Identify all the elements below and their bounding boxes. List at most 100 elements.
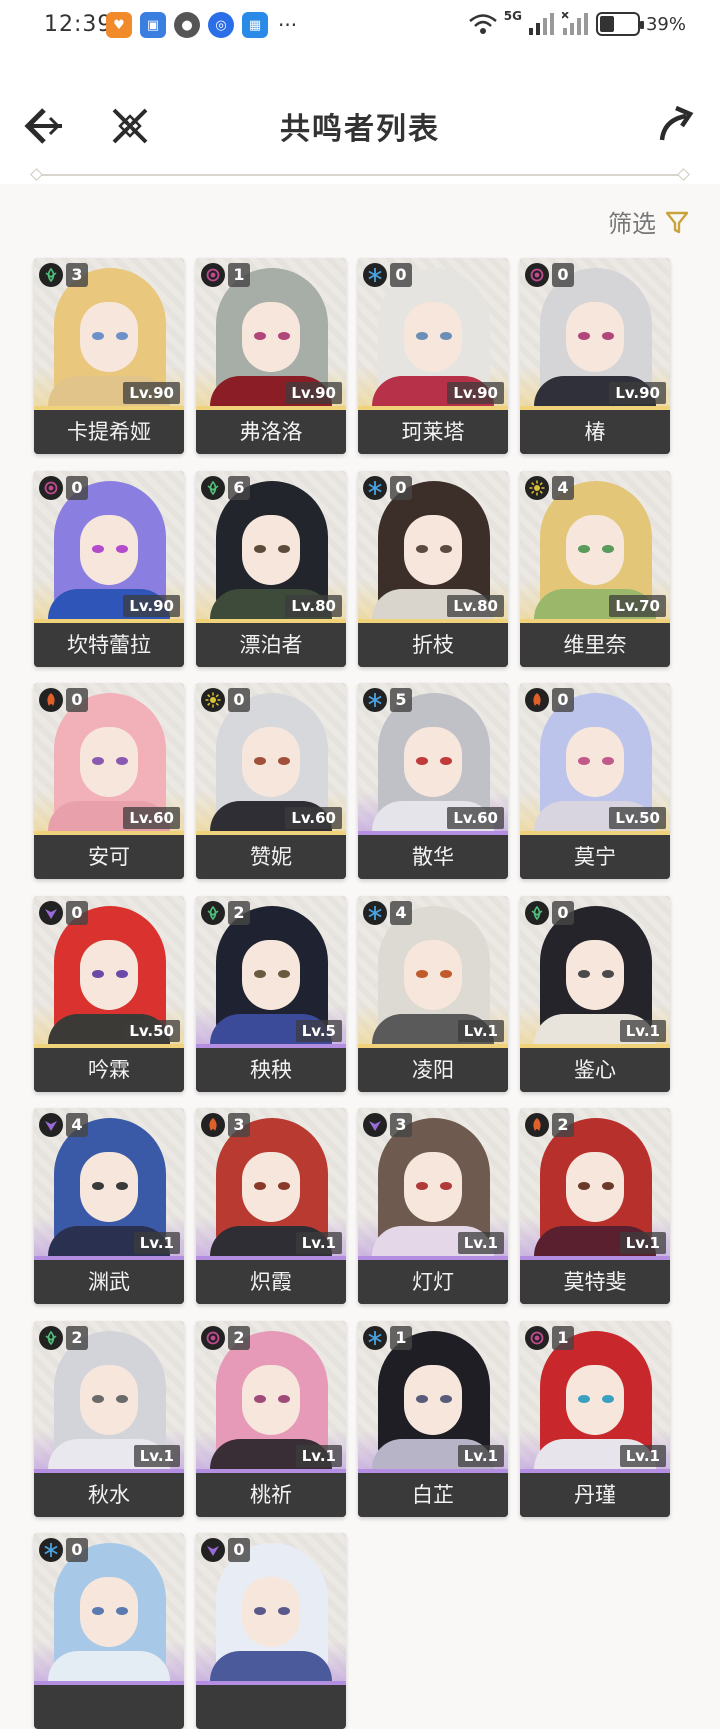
resonator-name: 珂莱塔 <box>358 410 508 454</box>
glacio-element-icon <box>39 1538 63 1562</box>
glacio-element-icon <box>363 900 387 925</box>
app-notification-icon: ▦ <box>242 12 268 38</box>
resonator-name: 莫宁 <box>520 835 670 879</box>
sequence-count: 1 <box>228 263 250 287</box>
resonator-name: 卡提希娅 <box>34 410 184 454</box>
sequence-count: 0 <box>66 475 88 500</box>
fusion-element-icon <box>201 1113 225 1137</box>
more-notifications-icon: ··· <box>278 13 298 37</box>
sequence-count: 0 <box>66 900 88 925</box>
spectro-element-icon <box>201 688 225 712</box>
resonator-card[interactable]: 4 Lv.1 渊武 <box>34 1108 184 1304</box>
sequence-count: 2 <box>66 1325 88 1350</box>
sequence-count: 3 <box>228 1113 250 1137</box>
level-badge: Lv.5 <box>295 1019 342 1042</box>
resonator-card[interactable]: 0 Lv.50 吟霖 <box>34 895 184 1092</box>
level-badge: Lv.50 <box>123 1019 180 1042</box>
aero-element-icon <box>39 263 63 287</box>
resonator-name: 渊武 <box>34 1260 184 1304</box>
level-badge: Lv.90 <box>447 382 504 404</box>
resonator-card[interactable]: 2 Lv.1 秋水 <box>34 1320 184 1517</box>
level-badge: Lv.1 <box>133 1444 180 1467</box>
sequence-count: 6 <box>228 475 250 500</box>
havoc-element-icon <box>525 263 549 287</box>
resonator-card[interactable]: 1 Lv.1 白芷 <box>358 1320 508 1517</box>
status-bar: 12:39 ♥ ▣ ● ◎ ▦ ··· 5G 39% <box>0 0 720 54</box>
resonator-card[interactable]: 4 Lv.70 维里奈 <box>520 470 670 667</box>
resonator-card[interactable]: 4 Lv.1 凌阳 <box>358 895 508 1092</box>
resonator-name: 赞妮 <box>196 835 346 879</box>
signal-icon <box>561 12 588 35</box>
level-badge: Lv.90 <box>609 382 666 404</box>
sequence-count: 2 <box>552 1113 574 1137</box>
status-indicators: 5G 39% <box>468 9 686 36</box>
glacio-element-icon <box>363 263 387 287</box>
level-badge: Lv.1 <box>619 1019 666 1042</box>
resonator-card[interactable]: 0 Lv.50 莫宁 <box>520 683 670 879</box>
status-notification-icons: ♥ ▣ ● ◎ ▦ ··· <box>106 12 297 38</box>
glacio-element-icon <box>363 1325 387 1350</box>
resonator-name: 秧秧 <box>196 1047 346 1092</box>
resonator-card[interactable]: 0 Lv.1 鉴心 <box>520 895 670 1092</box>
resonator-card[interactable]: 1 Lv.1 丹瑾 <box>520 1320 670 1517</box>
page-title: 共鸣者列表 <box>280 112 440 147</box>
sequence-count: 0 <box>228 688 250 712</box>
resonator-card[interactable]: 0 Lv.60 赞妮 <box>196 683 346 879</box>
resonator-card[interactable]: 5 Lv.60 散华 <box>358 683 508 879</box>
resonator-card[interactable]: 2 Lv.5 秧秧 <box>196 895 346 1092</box>
electro-element-icon <box>363 1113 387 1137</box>
resonator-name: 吟霖 <box>34 1047 184 1092</box>
glacio-element-icon <box>363 688 387 712</box>
level-badge: Lv.90 <box>285 382 342 404</box>
sequence-count: 5 <box>390 688 412 712</box>
resonator-card[interactable]: 0 Lv.80 折枝 <box>358 470 508 667</box>
resonator-name: 白芷 <box>358 1472 508 1517</box>
battery-icon <box>595 12 644 36</box>
status-time: 12:39 <box>44 12 113 37</box>
glacio-element-icon <box>363 475 387 500</box>
sequence-count: 0 <box>390 475 412 500</box>
resonator-card[interactable]: 2 Lv.1 桃祈 <box>196 1320 346 1517</box>
sequence-count: 3 <box>66 263 88 287</box>
resonator-name: 安可 <box>34 835 184 879</box>
resonator-card[interactable]: 0 Lv.90 坎特蕾拉 <box>34 470 184 667</box>
resonator-card[interactable]: 3 Lv.1 炽霞 <box>196 1108 346 1304</box>
sequence-count: 0 <box>552 900 574 925</box>
sequence-count: 4 <box>552 475 574 500</box>
sequence-count: 0 <box>390 263 412 287</box>
app-notification-icon: ♥ <box>106 12 132 38</box>
resonator-name: 散华 <box>358 835 508 879</box>
resonator-card[interactable]: 3 Lv.1 灯灯 <box>358 1108 508 1304</box>
level-badge: Lv.1 <box>133 1232 180 1254</box>
resonator-card[interactable]: 0 Lv.60 安可 <box>34 683 184 879</box>
level-badge: Lv.90 <box>123 594 180 617</box>
share-icon[interactable] <box>656 104 696 144</box>
resonator-name: 维里奈 <box>520 622 670 667</box>
fusion-element-icon <box>525 1113 549 1137</box>
sequence-count: 2 <box>228 1325 250 1350</box>
level-badge: Lv.1 <box>457 1232 504 1254</box>
resonator-name: 鉴心 <box>520 1047 670 1092</box>
resonator-card[interactable]: 0 Lv.90 椿 <box>520 258 670 454</box>
filter-label: 筛选 <box>608 210 656 238</box>
resonator-name: 椿 <box>520 410 670 454</box>
chat-bubble-icon: ● <box>174 12 200 38</box>
aero-element-icon <box>525 900 549 925</box>
sequence-count: 1 <box>390 1325 412 1350</box>
sequence-count: 0 <box>66 1538 88 1562</box>
resonator-card[interactable]: 0 <box>196 1533 346 1729</box>
resonator-name: 凌阳 <box>358 1047 508 1092</box>
electro-element-icon <box>39 1113 63 1137</box>
resonator-card[interactable]: 2 Lv.1 莫特斐 <box>520 1108 670 1304</box>
filter-button[interactable]: 筛选 <box>608 204 690 239</box>
resonator-name: 漂泊者 <box>196 622 346 667</box>
resonator-card[interactable]: 0 Lv.90 珂莱塔 <box>358 258 508 454</box>
resonator-card[interactable]: 3 Lv.90 卡提希娅 <box>34 258 184 454</box>
resonator-card[interactable]: 6 Lv.80 漂泊者 <box>196 470 346 667</box>
resonator-card[interactable]: 0 <box>34 1533 184 1729</box>
fusion-element-icon <box>525 688 549 712</box>
level-badge: Lv.1 <box>295 1232 342 1254</box>
havoc-element-icon <box>201 1325 225 1350</box>
resonator-card[interactable]: 1 Lv.90 弗洛洛 <box>196 258 346 454</box>
network-type: 5G <box>503 9 522 23</box>
